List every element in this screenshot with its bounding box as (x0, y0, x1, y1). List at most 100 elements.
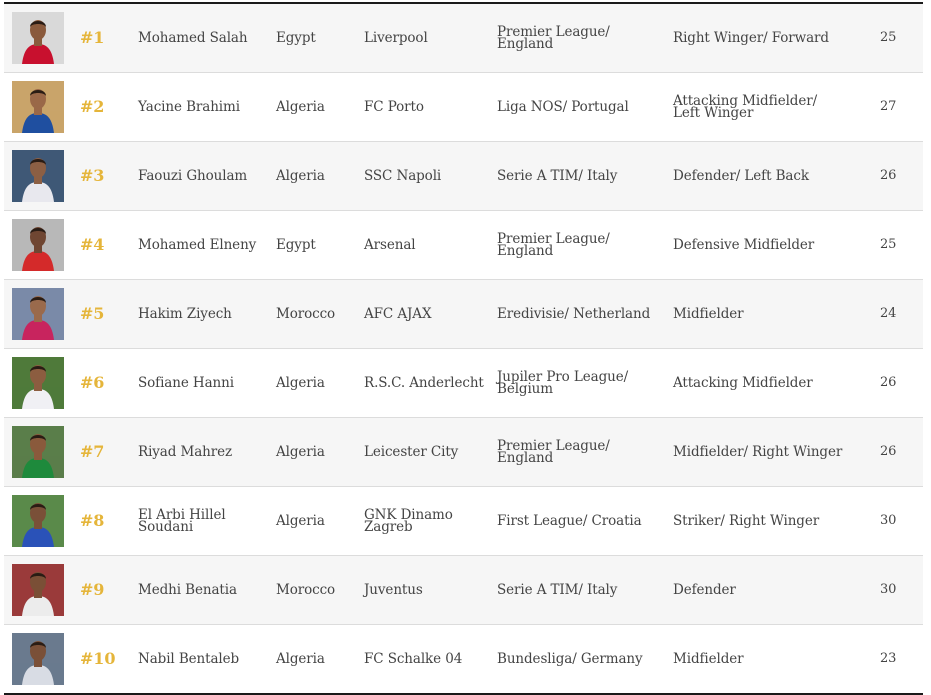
player-club: Leicester City (364, 444, 459, 460)
rank-label: #5 (80, 304, 105, 323)
player-club: Liverpool (364, 30, 428, 46)
table-row: #7 Riyad Mahrez Algeria Leicester City Premi… (4, 418, 923, 487)
player-league: Premier League/ England (497, 231, 610, 259)
player-position: Midfielder (673, 651, 744, 667)
player-photo (12, 357, 64, 409)
player-age: 26 (880, 375, 897, 390)
player-age: 30 (880, 513, 897, 528)
player-position: Striker/ Right Winger (673, 513, 820, 529)
player-photo-cell (12, 625, 64, 693)
rank-label: #1 (80, 28, 105, 47)
player-club: Arsenal (364, 237, 416, 253)
table-row: #2 Yacine Brahimi Algeria FC Porto Liga NOS/… (4, 73, 923, 142)
player-name: Yacine Brahimi (138, 99, 240, 115)
player-country: Egypt (276, 30, 316, 46)
player-country: Algeria (276, 99, 325, 115)
player-photo (12, 12, 64, 64)
player-league: Serie A TIM/ Italy (497, 168, 618, 184)
table-row: #6 Sofiane Hanni Algeria R.S.C. Anderlecht J… (4, 349, 923, 418)
player-country: Morocco (276, 306, 336, 322)
player-league: Premier League/ England (497, 24, 610, 52)
player-age: 24 (880, 306, 897, 321)
rank-label: #10 (80, 649, 116, 668)
player-name: Nabil Bentaleb (138, 651, 240, 667)
rank-label: #2 (80, 97, 105, 116)
player-country: Algeria (276, 444, 325, 460)
player-photo (12, 219, 64, 271)
rank-label: #8 (80, 511, 105, 530)
player-club: Juventus (364, 582, 423, 598)
player-club: SSC Napoli (364, 168, 442, 184)
player-age: 26 (880, 444, 897, 459)
player-photo (12, 633, 64, 685)
player-age: 30 (880, 582, 897, 597)
player-photo (12, 426, 64, 478)
player-league: Premier League/ England (497, 438, 610, 466)
player-name: Hakim Ziyech (138, 306, 232, 322)
player-photo (12, 81, 64, 133)
player-photo-cell (12, 418, 64, 486)
player-position: Defensive Midfielder (673, 237, 815, 253)
player-photo (12, 495, 64, 547)
player-league: First League/ Croatia (497, 513, 642, 529)
player-club: FC Schalke 04 (364, 651, 463, 667)
player-country: Algeria (276, 375, 325, 391)
player-photo-cell (12, 349, 64, 417)
player-league: Liga NOS/ Portugal (497, 99, 629, 115)
player-photo-cell (12, 556, 64, 624)
player-age: 27 (880, 99, 897, 114)
player-position: Attacking Midfielder (673, 375, 813, 391)
player-country: Algeria (276, 168, 325, 184)
table-row: #1 Mohamed Salah Egypt Liverpool Premier Lea… (4, 4, 923, 73)
player-name: Riyad Mahrez (138, 444, 233, 460)
player-photo-cell (12, 280, 64, 348)
player-country: Egypt (276, 237, 316, 253)
player-photo (12, 564, 64, 616)
player-photo-cell (12, 487, 64, 555)
player-league: Jupiler Pro League/ Belgium (497, 369, 629, 397)
player-age: 26 (880, 168, 897, 183)
player-photo (12, 150, 64, 202)
player-position: Attacking Midfielder/ Left Winger (673, 93, 818, 121)
table-row: #9 Medhi Benatia Morocco Juventus Serie A TI… (4, 556, 923, 625)
player-age: 25 (880, 237, 897, 252)
player-country: Morocco (276, 582, 336, 598)
player-name: Mohamed Elneny (138, 237, 257, 253)
rank-label: #4 (80, 235, 105, 254)
player-club: R.S.C. Anderlecht (364, 375, 484, 391)
player-position: Defender (673, 582, 736, 598)
player-age: 25 (880, 30, 897, 45)
player-position: Midfielder/ Right Winger (673, 444, 843, 460)
player-photo-cell (12, 211, 64, 279)
player-club: FC Porto (364, 99, 424, 115)
player-name: Faouzi Ghoulam (138, 168, 248, 184)
table-row: #5 Hakim Ziyech Morocco AFC AJAX Eredivisie/… (4, 280, 923, 349)
table-row: #10 Nabil Bentaleb Algeria FC Schalke 04 Bun… (4, 625, 923, 693)
player-name: El Arbi Hillel Soudani (138, 507, 226, 535)
rank-label: #3 (80, 166, 105, 185)
player-club: AFC AJAX (364, 306, 432, 322)
table-row: #8 El Arbi Hillel Soudani Algeria GNK Dinam… (4, 487, 923, 556)
player-league: Serie A TIM/ Italy (497, 582, 618, 598)
player-name: Sofiane Hanni (138, 375, 234, 391)
rank-label: #9 (80, 580, 105, 599)
player-name: Medhi Benatia (138, 582, 237, 598)
player-photo-cell (12, 142, 64, 210)
players-table: #1 Mohamed Salah Egypt Liverpool Premier Lea… (4, 2, 923, 695)
player-position: Midfielder (673, 306, 744, 322)
rank-label: #7 (80, 442, 105, 461)
table-row: #4 Mohamed Elneny Egypt Arsenal Premier Leag… (4, 211, 923, 280)
player-country: Algeria (276, 513, 325, 529)
player-league: Eredivisie/ Netherland (497, 306, 651, 322)
player-age: 23 (880, 651, 897, 666)
player-club: GNK Dinamo Zagreb (364, 507, 453, 535)
rank-label: #6 (80, 373, 105, 392)
player-photo-cell (12, 4, 64, 72)
player-name: Mohamed Salah (138, 30, 248, 46)
player-photo (12, 288, 64, 340)
player-position: Defender/ Left Back (673, 168, 809, 184)
player-position: Right Winger/ Forward (673, 30, 829, 46)
player-country: Algeria (276, 651, 325, 667)
player-photo-cell (12, 73, 64, 141)
player-league: Bundesliga/ Germany (497, 651, 643, 667)
